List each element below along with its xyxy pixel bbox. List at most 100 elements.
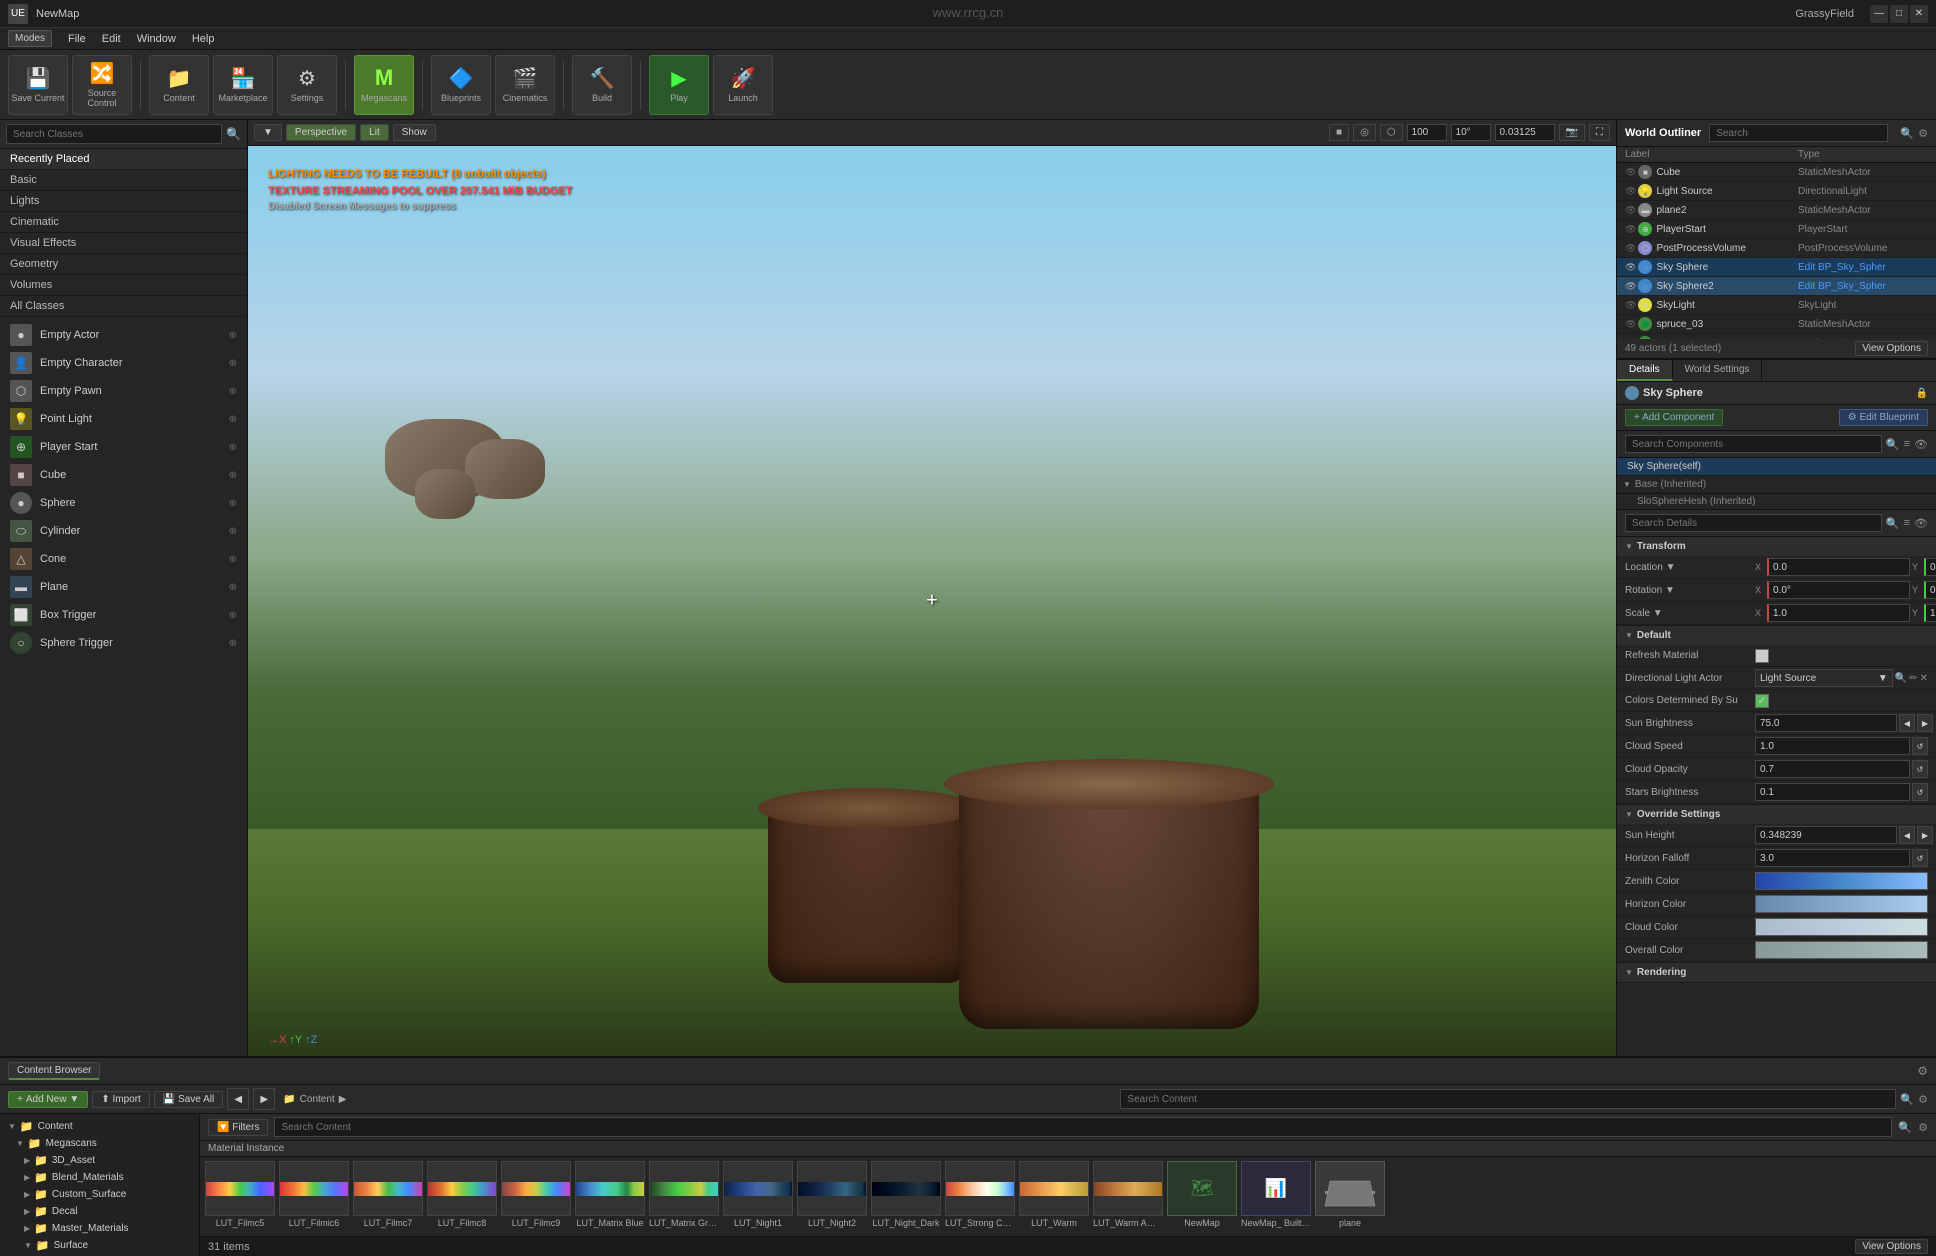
folder-blend-materials[interactable]: ▶ 📁 Blend_Materials: [0, 1169, 199, 1186]
wo-p2-visibility-icon[interactable]: 👁: [1625, 205, 1636, 216]
player-start-add[interactable]: ⊕: [229, 442, 237, 453]
wo-ps-visibility-icon[interactable]: 👁: [1625, 224, 1636, 235]
cloud-color-swatch[interactable]: [1755, 918, 1928, 936]
maximize-button[interactable]: □: [1890, 5, 1908, 23]
minimize-button[interactable]: —: [1870, 5, 1888, 23]
wo-pp-visibility-icon[interactable]: 👁: [1625, 243, 1636, 254]
bottom-settings-icon[interactable]: ⚙: [1917, 1064, 1928, 1078]
asset-plane[interactable]: plane: [1314, 1161, 1386, 1229]
placed-item-cube[interactable]: ■ Cube ⊕: [0, 461, 247, 489]
refresh-material-checkbox[interactable]: [1755, 649, 1769, 663]
filters-btn[interactable]: 🔽 Filters: [208, 1119, 268, 1136]
transform-header[interactable]: Transform: [1617, 537, 1936, 556]
wo-item-skylight[interactable]: 👁 ☀ SkyLight SkyLight: [1617, 296, 1936, 315]
zenith-color-swatch[interactable]: [1755, 872, 1928, 890]
search-content-icon[interactable]: 🔍: [1900, 1093, 1914, 1106]
add-new-btn[interactable]: + Add New ▼: [8, 1091, 88, 1108]
category-all-classes[interactable]: All Classes: [0, 296, 247, 317]
sun-brightness-down[interactable]: ◀: [1899, 714, 1915, 732]
viewport-lit-btn[interactable]: Lit: [360, 124, 389, 141]
scale-y-input[interactable]: [1924, 604, 1936, 622]
wo-ls-visibility-icon[interactable]: 👁: [1625, 186, 1636, 197]
sun-brightness-up[interactable]: ▶: [1917, 714, 1933, 732]
category-basic[interactable]: Basic: [0, 170, 247, 191]
cloud-speed-input[interactable]: [1755, 737, 1910, 755]
folder-content[interactable]: ▼ 📁 Content: [0, 1118, 199, 1135]
stars-brightness-reset[interactable]: ↺: [1912, 783, 1928, 801]
cube-add[interactable]: ⊕: [229, 470, 237, 481]
empty-character-add[interactable]: ⊕: [229, 358, 237, 369]
empty-pawn-add[interactable]: ⊕: [229, 386, 237, 397]
marketplace-button[interactable]: 🏪 Marketplace: [213, 55, 273, 115]
asset-lut-filmc7[interactable]: LUT_Filmc7: [352, 1161, 424, 1229]
wo-item-spruce03[interactable]: 👁 🌲 spruce_03 StaticMeshActor: [1617, 315, 1936, 334]
location-y-input[interactable]: [1924, 558, 1936, 576]
add-component-btn[interactable]: + Add Component: [1625, 409, 1723, 426]
plane-add[interactable]: ⊕: [229, 582, 237, 593]
folder-decal[interactable]: ▶ 📁 Decal: [0, 1203, 199, 1220]
cloud-speed-reset[interactable]: ↺: [1912, 737, 1928, 755]
component-slo-sphere[interactable]: SloSphereHesh (Inherited): [1617, 494, 1936, 510]
overall-color-swatch[interactable]: [1755, 941, 1928, 959]
empty-actor-add[interactable]: ⊕: [229, 330, 237, 341]
search-details-icon[interactable]: 🔍: [1886, 517, 1900, 530]
asset-lut-warm-amber[interactable]: LUT_Warm Amber: [1092, 1161, 1164, 1229]
search-components-icon[interactable]: 🔍: [1886, 438, 1900, 451]
category-volumes[interactable]: Volumes: [0, 275, 247, 296]
placed-item-plane[interactable]: ▬ Plane ⊕: [0, 573, 247, 601]
world-outliner-search[interactable]: [1709, 124, 1888, 142]
content-browser-tab[interactable]: Content Browser: [8, 1062, 100, 1080]
search-components-input[interactable]: [1625, 435, 1882, 453]
asset-lut-filmc6[interactable]: LUT_Filmic6: [278, 1161, 350, 1229]
save-current-button[interactable]: 💾 Save Current: [8, 55, 68, 115]
cone-add[interactable]: ⊕: [229, 554, 237, 565]
menu-file[interactable]: File: [68, 33, 86, 45]
directional-light-dropdown[interactable]: Light Source ▼: [1755, 669, 1893, 687]
wo-ss-visibility-icon[interactable]: 👁: [1625, 262, 1636, 273]
dl-edit-icon[interactable]: ✏: [1909, 673, 1917, 684]
components-eye-icon[interactable]: 👁: [1914, 438, 1928, 451]
viewport[interactable]: LIGHTING NEEDS TO BE REBUILT (8 unbuilt …: [248, 146, 1616, 1056]
asset-newmap-builtdata[interactable]: 📊 NewMap_ BuiltData: [1240, 1161, 1312, 1229]
folder-3d-asset[interactable]: ▶ 📁 3D_Asset: [0, 1152, 199, 1169]
import-btn[interactable]: ⬆ Import: [92, 1091, 150, 1108]
point-light-add[interactable]: ⊕: [229, 414, 237, 425]
asset-lut-warm[interactable]: LUT_Warm: [1018, 1161, 1090, 1229]
folder-surface[interactable]: ▼ 📁 Surface: [0, 1237, 199, 1254]
rotation-x-input[interactable]: [1767, 581, 1910, 599]
viewport-perspective-btn[interactable]: Perspective: [286, 124, 356, 141]
folder-custom-surface[interactable]: ▶ 📁 Custom_Surface: [0, 1186, 199, 1203]
launch-button[interactable]: 🚀 Launch: [713, 55, 773, 115]
rendering-header[interactable]: Rendering: [1617, 963, 1936, 982]
blueprints-button[interactable]: 🔷 Blueprints: [431, 55, 491, 115]
folder-megascans[interactable]: ▼ 📁 Megascans: [0, 1135, 199, 1152]
viewport-zoom-input[interactable]: [1495, 124, 1555, 141]
viewport-speed-input[interactable]: [1451, 124, 1491, 141]
folder-master-materials[interactable]: ▶ 📁 Master_Materials: [0, 1220, 199, 1237]
placed-item-cylinder[interactable]: ⬭ Cylinder ⊕: [0, 517, 247, 545]
viewport-maximize-btn[interactable]: ⛶: [1589, 124, 1610, 141]
search-assets-icon[interactable]: 🔍: [1898, 1121, 1912, 1134]
settings-button[interactable]: ⚙ Settings: [277, 55, 337, 115]
asset-lut-filmc5[interactable]: LUT_Filmc5: [204, 1161, 276, 1229]
wo-sl-visibility-icon[interactable]: 👁: [1625, 300, 1636, 311]
wo-settings-icon[interactable]: ⚙: [1918, 127, 1928, 140]
stars-brightness-input[interactable]: [1755, 783, 1910, 801]
dl-search-icon[interactable]: 🔍: [1895, 673, 1907, 684]
components-list-icon[interactable]: ≡: [1904, 438, 1910, 450]
sphere-add[interactable]: ⊕: [229, 498, 237, 509]
placed-item-empty-pawn[interactable]: ⬡ Empty Pawn ⊕: [0, 377, 247, 405]
search-classes-input[interactable]: [6, 124, 222, 144]
wo-item-plane2[interactable]: 👁 ▬ plane2 StaticMeshActor: [1617, 201, 1936, 220]
sun-height-input[interactable]: [1755, 826, 1897, 844]
search-assets-input[interactable]: [274, 1117, 1892, 1137]
menu-help[interactable]: Help: [192, 33, 215, 45]
play-button[interactable]: ▶ Play: [649, 55, 709, 115]
details-eye-icon[interactable]: 👁: [1914, 517, 1928, 530]
nav-back-btn[interactable]: ◀: [227, 1088, 249, 1110]
actor-lock-icon[interactable]: 🔒: [1916, 388, 1928, 399]
category-visual-effects[interactable]: Visual Effects: [0, 233, 247, 254]
asset-lut-strong-contrast[interactable]: LUT_Strong Contrast: [944, 1161, 1016, 1229]
cylinder-add[interactable]: ⊕: [229, 526, 237, 537]
placed-item-empty-actor[interactable]: ● Empty Actor ⊕: [0, 321, 247, 349]
